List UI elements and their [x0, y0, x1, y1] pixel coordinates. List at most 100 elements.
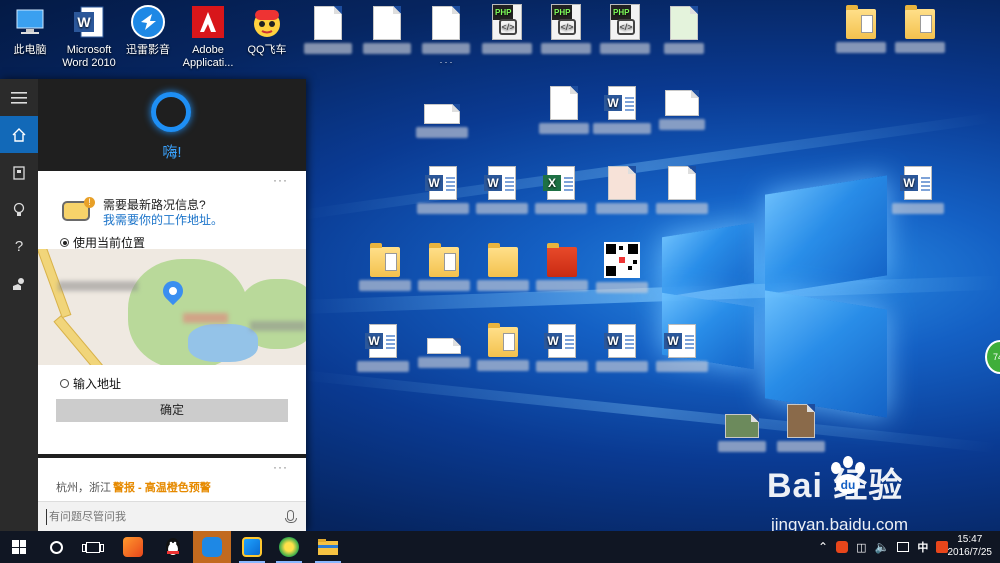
desktop-icon-word-doc[interactable]: W — [472, 166, 532, 214]
taskbar-app-active[interactable] — [193, 531, 231, 563]
cortana-panel: ? 嗨! ··· 需要最新路况信息? 我需要你的工作地址。 使用当前位置 — [0, 79, 306, 531]
action-center-icon[interactable] — [897, 542, 910, 552]
desktop-icon-word-doc[interactable]: W — [888, 166, 948, 214]
desktop-icon-image[interactable] — [652, 166, 712, 214]
desktop-icon-folder[interactable] — [473, 243, 533, 291]
blurred-label — [418, 357, 470, 368]
weather-location: 杭州，浙江 — [56, 482, 111, 494]
desktop-icon-image[interactable] — [592, 166, 652, 214]
blurred-label — [718, 441, 766, 452]
desktop-icon-adobe[interactable]: Adobe Applicati... — [178, 4, 238, 70]
qrcode-icon — [604, 242, 640, 278]
desktop-icon-word-doc[interactable]: W — [592, 86, 652, 134]
blurred-label — [659, 119, 705, 130]
network-icon[interactable]: ◫ — [856, 541, 866, 554]
card-more-button[interactable]: ··· — [273, 173, 288, 187]
taskbar-file-explorer[interactable] — [309, 531, 347, 563]
blurred-label — [357, 361, 409, 372]
desktop-icon-file[interactable] — [412, 100, 472, 138]
volume-icon[interactable]: 🔈 — [874, 540, 889, 554]
blurred-label — [596, 282, 648, 293]
desktop-icon-word-doc[interactable]: W — [353, 324, 413, 372]
confirm-button[interactable]: 确定 — [56, 399, 288, 422]
weather-alert-text[interactable]: 警报 - 高温橙色预警 — [113, 479, 211, 495]
blurred-label — [482, 43, 532, 54]
desktop-icon-this-pc[interactable]: 此电脑 — [0, 4, 60, 57]
card-more-button[interactable]: ··· — [273, 460, 288, 474]
hamburger-menu-button[interactable] — [0, 79, 38, 116]
desktop-icon-image[interactable] — [771, 404, 831, 452]
radio-enter-address[interactable]: 输入地址 — [60, 375, 121, 392]
wallpaper-logo-pane — [765, 175, 887, 295]
help-button[interactable]: ? — [0, 228, 38, 265]
notebook-button[interactable] — [0, 154, 38, 191]
clock-date: 2016/7/25 — [947, 547, 993, 558]
start-button[interactable] — [0, 531, 38, 563]
work-address-link[interactable]: 我需要你的工作地址。 — [103, 211, 223, 228]
floating-widget-badge[interactable]: 74 — [985, 340, 1000, 374]
taskbar-app-blue[interactable] — [233, 531, 271, 563]
folder-icon — [905, 5, 935, 39]
taskbar-clock[interactable]: 15:47 2016/7/25 — [948, 533, 993, 559]
desktop-icon-excel-doc[interactable]: X — [531, 166, 591, 214]
desktop-icon-file[interactable] — [534, 86, 594, 134]
desktop-icon-folder[interactable] — [414, 243, 474, 291]
tray-app-icon[interactable] — [836, 541, 849, 553]
chevron-up-icon[interactable]: ⌃ — [818, 540, 828, 554]
blurred-label — [477, 360, 529, 371]
desktop-icon-word-doc[interactable]: W — [592, 324, 652, 372]
word-document-icon: W — [664, 324, 696, 358]
task-view-icon — [82, 541, 104, 553]
cortana-header: 嗨! — [38, 79, 306, 171]
microphone-icon[interactable] — [285, 510, 297, 523]
spreadsheet-icon — [670, 6, 698, 40]
desktop-icon-folder[interactable] — [831, 5, 891, 53]
desktop-icon-folder[interactable] — [532, 243, 592, 291]
desktop-icon-file[interactable]: . . . — [416, 6, 476, 67]
desktop-icon-file[interactable] — [298, 6, 358, 54]
blurred-label — [656, 361, 708, 372]
taskbar-app-game[interactable] — [114, 531, 152, 563]
desktop-icon-php[interactable]: PHP </> — [595, 4, 655, 54]
desktop-icon-word-doc[interactable]: W — [652, 324, 712, 372]
blurred-label — [535, 203, 587, 214]
home-button[interactable] — [0, 116, 38, 153]
taskbar-app-qq[interactable] — [154, 531, 192, 563]
word-document-icon: W — [604, 86, 636, 120]
task-view-button[interactable] — [74, 531, 112, 563]
image-file-icon — [608, 166, 636, 200]
desktop-icon-file[interactable] — [652, 90, 712, 130]
taskbar-app-green[interactable] — [270, 531, 308, 563]
image-file-icon — [725, 414, 759, 438]
blurred-label — [536, 280, 588, 291]
blurred-label — [304, 43, 352, 54]
desktop-icon-file[interactable] — [414, 338, 474, 368]
php-file-icon: PHP </> — [492, 4, 522, 40]
desktop-icon-file[interactable] — [654, 6, 714, 54]
desktop-icon-image[interactable] — [712, 414, 772, 452]
desktop-icon-qrcode[interactable] — [592, 242, 652, 293]
ime-indicator[interactable]: 中 — [917, 539, 928, 555]
map-label-blurred — [250, 321, 306, 331]
desktop-icon-folder[interactable] — [473, 323, 533, 371]
ideas-button[interactable] — [0, 191, 38, 228]
cortana-search-button[interactable] — [37, 531, 75, 563]
cortana-search-input[interactable] — [46, 509, 276, 525]
desktop-icon-word-doc[interactable]: W — [413, 166, 473, 214]
desktop-icon-folder[interactable] — [890, 5, 950, 53]
svg-text:du: du — [841, 478, 856, 492]
desktop-icon-word-doc[interactable]: W — [532, 324, 592, 372]
feedback-button[interactable] — [0, 265, 38, 302]
desktop-icon-qq-speed[interactable]: QQ飞车 — [237, 4, 297, 57]
php-file-icon: PHP </> — [610, 4, 640, 40]
desktop-icon-xunlei[interactable]: 迅雷影音 — [118, 4, 178, 57]
desktop-icon-file[interactable] — [357, 6, 417, 54]
desktop-icon-label: 此电脑 — [13, 44, 47, 56]
desktop-icon-folder[interactable] — [355, 243, 415, 291]
desktop-icon-php[interactable]: PHP </> — [536, 4, 596, 54]
location-map[interactable] — [38, 249, 306, 365]
desktop-icon-php[interactable]: PHP </> — [477, 4, 537, 54]
blurred-label — [593, 123, 651, 134]
word-document-icon: W — [425, 166, 457, 200]
desktop-icon-word-2010[interactable]: W Microsoft Word 2010 — [59, 4, 119, 70]
